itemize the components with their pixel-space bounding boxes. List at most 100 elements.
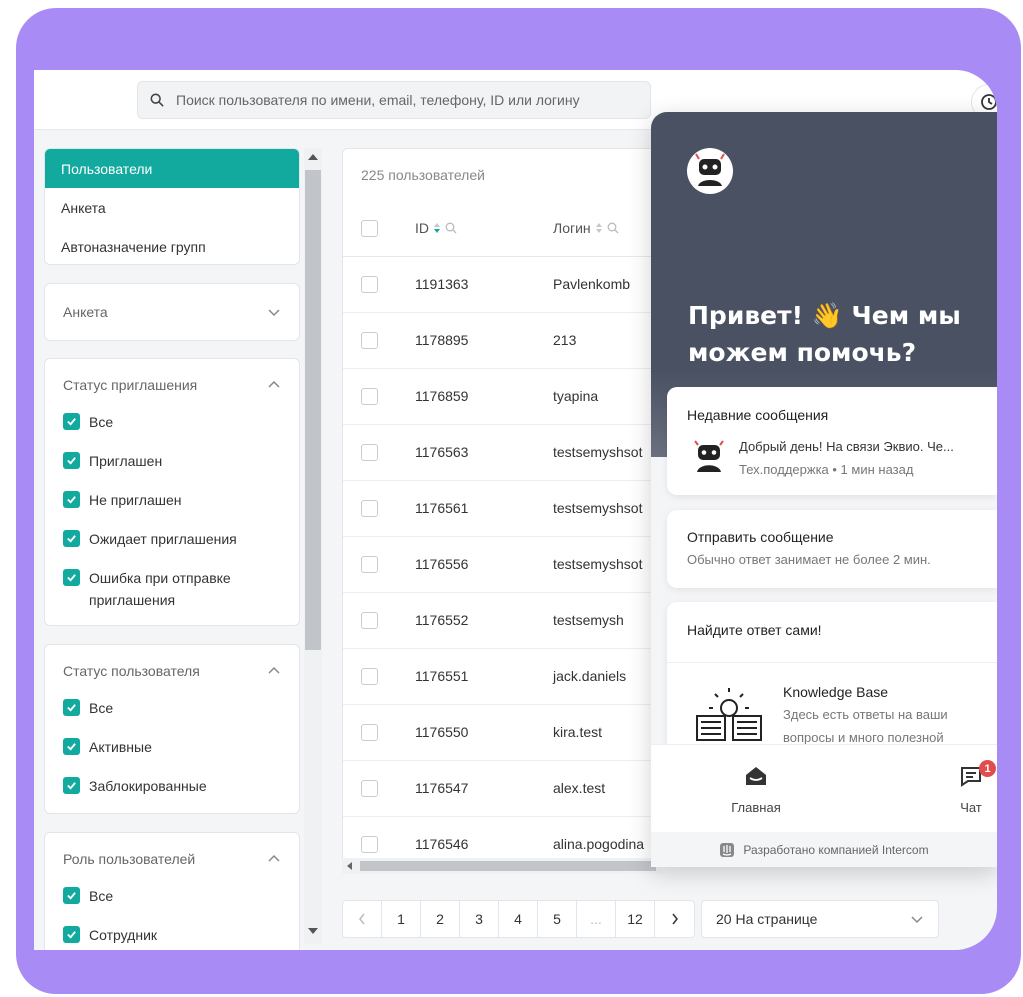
next-page-button[interactable] xyxy=(655,901,694,937)
cell-login: tyapina xyxy=(553,388,599,404)
nav-item-anketa[interactable]: Анкета xyxy=(45,188,299,227)
nav-item-auto-groups[interactable]: Автоназначение групп xyxy=(45,227,299,266)
home-icon xyxy=(746,767,766,785)
widget-greeting: Привет! 👋 Чем мы можем помочь? xyxy=(688,301,961,367)
invite-option-all[interactable]: Все xyxy=(45,411,299,450)
kb-title[interactable]: Knowledge Base xyxy=(783,684,888,700)
table-row[interactable]: 1176550 kira.test xyxy=(343,705,661,761)
page-4[interactable]: 4 xyxy=(499,901,538,937)
checkbox-checked[interactable] xyxy=(63,569,80,586)
row-checkbox[interactable] xyxy=(361,836,378,853)
table-row[interactable]: 1176859 tyapina xyxy=(343,369,661,425)
page-5[interactable]: 5 xyxy=(538,901,577,937)
scroll-down-arrow[interactable] xyxy=(308,928,318,934)
sidebar-scrollbar[interactable] xyxy=(304,148,322,944)
role-option-all[interactable]: Все xyxy=(45,885,299,924)
status-option-all[interactable]: Все xyxy=(45,697,299,736)
user-status-header[interactable]: Статус пользователя xyxy=(45,645,299,697)
cell-id: 1176556 xyxy=(415,556,469,572)
row-checkbox[interactable] xyxy=(361,724,378,741)
invite-option-not-invited[interactable]: Не приглашен xyxy=(45,489,299,528)
checkbox-checked[interactable] xyxy=(63,738,80,755)
anketa-filter-label: Анкета xyxy=(63,304,108,320)
cell-login: Pavlenkomb xyxy=(553,276,631,292)
row-checkbox[interactable] xyxy=(361,444,378,461)
row-checkbox[interactable] xyxy=(361,500,378,517)
select-all-checkbox[interactable] xyxy=(361,220,378,237)
kb-description-line: вопросы и много полезной xyxy=(783,730,944,745)
recent-messages-card[interactable]: Недавние сообщения Добрый день! На связи… xyxy=(667,387,997,495)
page-1[interactable]: 1 xyxy=(382,901,421,937)
invite-option-error[interactable]: Ошибка при отправке приглашения xyxy=(45,567,299,611)
nav-home[interactable]: Главная xyxy=(711,765,801,815)
intercom-widget: Привет! 👋 Чем мы можем помочь? Недавние … xyxy=(651,112,997,867)
checkbox-checked[interactable] xyxy=(63,530,80,547)
clock-icon xyxy=(981,94,997,110)
check-icon xyxy=(67,931,76,939)
status-option-blocked[interactable]: Заблокированные xyxy=(45,775,299,814)
column-search-icon[interactable] xyxy=(445,222,457,234)
widget-footer[interactable]: Разработано компанией Intercom xyxy=(651,832,997,867)
option-label: Сотрудник xyxy=(89,927,158,943)
cell-id: 1191363 xyxy=(415,276,469,292)
check-icon xyxy=(67,892,76,900)
cell-id: 1178895 xyxy=(415,332,469,348)
table-row[interactable]: 1176556 testsemyshsot xyxy=(343,537,661,593)
row-checkbox[interactable] xyxy=(361,668,378,685)
column-search-icon[interactable] xyxy=(607,222,619,234)
table-row[interactable]: 1178895 213 xyxy=(343,313,661,369)
page-12[interactable]: 12 xyxy=(616,901,655,937)
checkbox-checked[interactable] xyxy=(63,926,80,943)
invite-option-pending[interactable]: Ожидает приглашения xyxy=(45,528,299,567)
page-ellipsis[interactable]: ... xyxy=(577,901,616,937)
search-input[interactable] xyxy=(176,92,636,108)
role-option-employee[interactable]: Сотрудник xyxy=(45,924,299,950)
column-header-id[interactable]: ID xyxy=(415,220,457,236)
column-header-login[interactable]: Логин xyxy=(553,220,619,236)
row-checkbox[interactable] xyxy=(361,332,378,349)
checkbox-checked[interactable] xyxy=(63,413,80,430)
scroll-left-arrow[interactable] xyxy=(347,862,352,870)
checkbox-checked[interactable] xyxy=(63,491,80,508)
per-page-select[interactable]: 20 На странице xyxy=(701,900,939,938)
sort-icon[interactable] xyxy=(595,222,603,234)
row-checkbox[interactable] xyxy=(361,276,378,293)
table-row[interactable]: 1176552 testsemysh xyxy=(343,593,661,649)
row-checkbox[interactable] xyxy=(361,780,378,797)
invite-option-invited[interactable]: Приглашен xyxy=(45,450,299,489)
sort-icon[interactable] xyxy=(433,222,441,234)
nav-card: Пользователи Анкета Автоназначение групп xyxy=(44,148,300,265)
table-row[interactable]: 1176561 testsemyshsot xyxy=(343,481,661,537)
row-checkbox[interactable] xyxy=(361,556,378,573)
user-role-header[interactable]: Роль пользователей xyxy=(45,833,299,885)
search-box[interactable] xyxy=(137,81,651,119)
robot-avatar-icon xyxy=(687,148,733,194)
table-row[interactable]: 1176563 testsemyshsot xyxy=(343,425,661,481)
prev-page-button[interactable] xyxy=(343,901,382,937)
status-option-active[interactable]: Активные xyxy=(45,736,299,775)
table-header: ID Логин xyxy=(343,201,661,257)
scroll-up-arrow[interactable] xyxy=(308,154,318,160)
table-horizontal-scrollbar[interactable] xyxy=(342,858,662,874)
checkbox-checked[interactable] xyxy=(63,887,80,904)
table-row[interactable]: 1176547 alex.test xyxy=(343,761,661,817)
page-3[interactable]: 3 xyxy=(460,901,499,937)
cell-login: testsemysh xyxy=(553,612,624,628)
option-label: Ошибка при отправке приглашения xyxy=(89,570,231,608)
table-row[interactable]: 1176551 jack.daniels xyxy=(343,649,661,705)
nav-item-users[interactable]: Пользователи xyxy=(45,149,299,188)
send-message-card[interactable]: Отправить сообщение Обычно ответ занимае… xyxy=(667,510,997,588)
row-checkbox[interactable] xyxy=(361,612,378,629)
page-2[interactable]: 2 xyxy=(421,901,460,937)
cell-id: 1176550 xyxy=(415,724,469,740)
table-row[interactable]: 1191363 Pavlenkomb xyxy=(343,257,661,313)
checkbox-checked[interactable] xyxy=(63,699,80,716)
checkbox-checked[interactable] xyxy=(63,777,80,794)
knowledge-base-icon xyxy=(696,688,762,741)
invite-status-header[interactable]: Статус приглашения xyxy=(45,359,299,411)
anketa-filter[interactable]: Анкета xyxy=(44,283,300,341)
checkbox-checked[interactable] xyxy=(63,452,80,469)
scrollbar-thumb[interactable] xyxy=(360,861,656,871)
row-checkbox[interactable] xyxy=(361,388,378,405)
scrollbar-thumb[interactable] xyxy=(305,170,321,650)
